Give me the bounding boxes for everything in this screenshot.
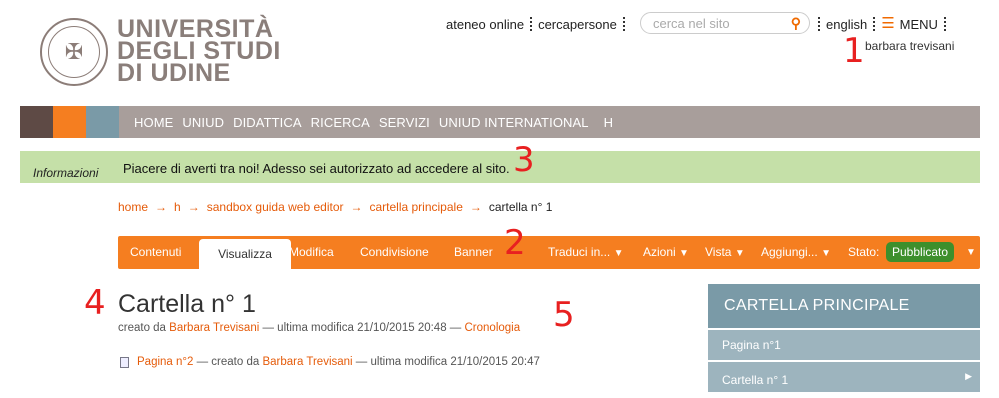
english-link[interactable]: english bbox=[826, 17, 867, 32]
tab-visualizza[interactable]: Visualizza bbox=[199, 239, 291, 269]
actions-menu[interactable]: Azioni ▼ bbox=[643, 236, 689, 269]
top-right-links: english ☰ MENU bbox=[818, 16, 952, 32]
view-menu-label: Vista bbox=[705, 245, 732, 259]
breadcrumb: home → h → sandbox guida web editor → ca… bbox=[118, 200, 552, 214]
nav-ricerca[interactable]: RICERCA bbox=[311, 115, 370, 130]
cercapersone-link[interactable]: cercapersone bbox=[538, 17, 617, 32]
main-navigation: HOME UNIUD DIDATTICA RICERCA SERVIZI UNI… bbox=[20, 106, 980, 138]
logo-line-3: DI UDINE bbox=[117, 59, 231, 87]
byline-prefix: creato da bbox=[118, 322, 166, 334]
separator bbox=[818, 17, 820, 31]
status-badge[interactable]: Pubblicato bbox=[886, 242, 955, 262]
hamburger-menu-icon[interactable]: ☰ bbox=[881, 16, 894, 31]
tab-contenuti[interactable]: Contenuti bbox=[130, 236, 181, 269]
nav-uniud[interactable]: UNIUD bbox=[182, 115, 224, 130]
breadcrumb-h[interactable]: h bbox=[174, 200, 181, 214]
breadcrumb-arrow: → bbox=[469, 200, 482, 214]
search-icon[interactable]: ⚲ bbox=[791, 15, 801, 32]
separator bbox=[943, 17, 946, 31]
ateneo-online-link[interactable]: ateneo online bbox=[446, 17, 524, 32]
search-input[interactable] bbox=[651, 15, 785, 32]
item-prefix: — creato da bbox=[196, 356, 260, 368]
breadcrumb-cartella-principale[interactable]: cartella principale bbox=[369, 200, 462, 214]
breadcrumb-arrow: → bbox=[187, 200, 200, 214]
history-link[interactable]: Cronologia bbox=[465, 322, 521, 334]
view-menu[interactable]: Vista ▼ bbox=[705, 236, 745, 269]
chevron-down-icon: ▼ bbox=[821, 248, 831, 259]
color-swatch-blue bbox=[86, 106, 119, 138]
annotation-marker-2: 2 bbox=[504, 223, 526, 263]
nav-h[interactable]: H bbox=[604, 115, 614, 130]
translate-menu-label: Traduci in... bbox=[548, 245, 611, 259]
annotation-marker-3: 3 bbox=[513, 140, 535, 180]
document-icon bbox=[120, 356, 129, 368]
document-byline: creato da Barbara Trevisani — ultima mod… bbox=[118, 322, 520, 334]
chevron-right-icon: ▶ bbox=[965, 371, 972, 381]
item-link[interactable]: Pagina n°2 bbox=[137, 356, 193, 368]
info-message-bar: Informazioni Piacere di averti tra noi! … bbox=[20, 151, 980, 183]
university-logo-text[interactable]: UNIVERSITÀ DEGLI STUDI DI UDINE bbox=[117, 17, 281, 87]
item-modified: — ultima modifica 21/10/2015 20:47 bbox=[355, 356, 540, 368]
breadcrumb-sandbox[interactable]: sandbox guida web editor bbox=[207, 200, 344, 214]
status-label: Stato: bbox=[848, 245, 880, 259]
separator bbox=[530, 17, 533, 31]
edit-toolbar: Contenuti Visualizza Modifica Condivisio… bbox=[118, 236, 980, 269]
sidebar-item-label: Cartella n° 1 bbox=[722, 373, 789, 387]
color-swatch-brown bbox=[20, 106, 53, 138]
actions-menu-label: Azioni bbox=[643, 245, 676, 259]
sidebar-item-cartella-1[interactable]: Cartella n° 1 ▶ bbox=[708, 362, 980, 392]
annotation-marker-1: 1 bbox=[843, 31, 865, 71]
nav-uniud-international[interactable]: UNIUD INTERNATIONAL bbox=[439, 115, 589, 130]
byline-modified: — ultima modifica 21/10/2015 20:48 — bbox=[262, 322, 462, 334]
nav-servizi[interactable]: SERVIZI bbox=[379, 115, 430, 130]
color-swatch-orange bbox=[53, 106, 86, 138]
add-menu-label: Aggiungi... bbox=[761, 245, 818, 259]
site-search: ⚲ bbox=[640, 12, 810, 34]
breadcrumb-home[interactable]: home bbox=[118, 200, 148, 214]
translate-menu[interactable]: Traduci in... ▼ bbox=[548, 236, 624, 269]
list-item: Pagina n°2 — creato da Barbara Trevisani… bbox=[120, 356, 540, 368]
status-chevron-down-icon[interactable]: ▼ bbox=[966, 236, 976, 269]
add-menu[interactable]: Aggiungi... ▼ bbox=[761, 236, 831, 269]
top-links: ateneo online cercapersone bbox=[446, 16, 631, 32]
eagle-icon: ✠ bbox=[48, 26, 100, 78]
menu-button[interactable]: MENU bbox=[900, 17, 938, 32]
tab-condivisione[interactable]: Condivisione bbox=[360, 236, 429, 269]
tab-modifica[interactable]: Modifica bbox=[289, 236, 334, 269]
chevron-down-icon: ▼ bbox=[679, 248, 689, 259]
sidebar-item-pagina-1[interactable]: Pagina n°1 bbox=[708, 330, 980, 360]
breadcrumb-arrow: → bbox=[155, 200, 168, 214]
chevron-down-icon: ▼ bbox=[734, 248, 745, 259]
university-seal-logo[interactable]: ✠ bbox=[40, 18, 108, 86]
breadcrumb-current: cartella n° 1 bbox=[488, 200, 553, 214]
nav-didattica[interactable]: DIDATTICA bbox=[233, 115, 302, 130]
info-label: Informazioni bbox=[33, 166, 99, 180]
nav-home[interactable]: HOME bbox=[134, 115, 173, 130]
sidebar-heading[interactable]: CARTELLA PRINCIPALE bbox=[708, 284, 980, 328]
author-link[interactable]: Barbara Trevisani bbox=[169, 322, 259, 334]
annotation-marker-5: 5 bbox=[553, 295, 575, 335]
page-title: Cartella n° 1 bbox=[118, 290, 256, 318]
separator bbox=[622, 17, 625, 31]
info-message: Piacere di averti tra noi! Adesso sei au… bbox=[123, 161, 510, 176]
annotation-marker-4: 4 bbox=[84, 283, 106, 323]
separator bbox=[873, 17, 876, 31]
breadcrumb-arrow: → bbox=[350, 200, 363, 214]
tab-banner[interactable]: Banner bbox=[454, 236, 493, 269]
chevron-down-icon: ▼ bbox=[613, 248, 624, 259]
item-author-link[interactable]: Barbara Trevisani bbox=[262, 356, 352, 368]
user-name-link[interactable]: barbara trevisani bbox=[865, 39, 954, 53]
